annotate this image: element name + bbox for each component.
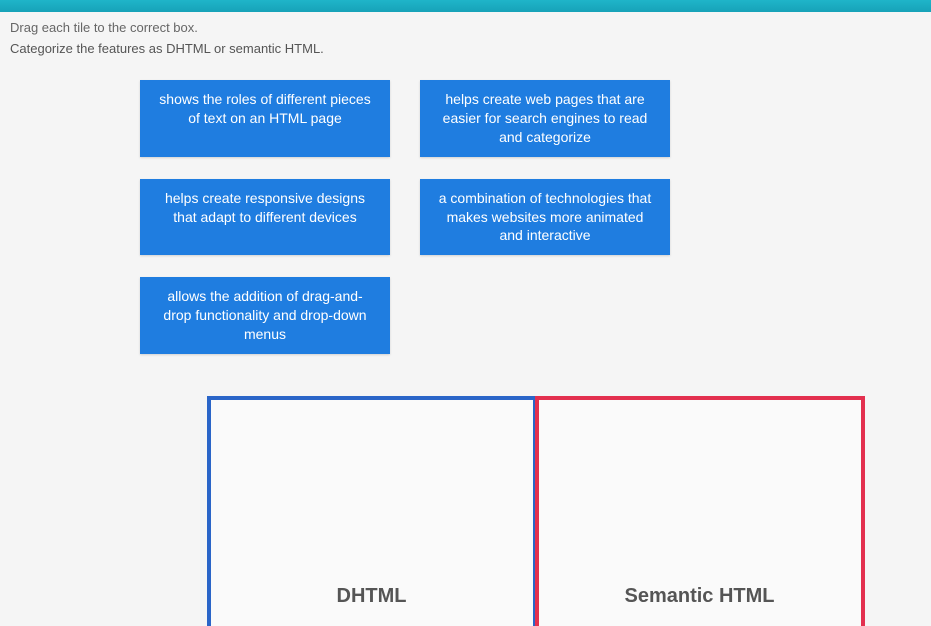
tiles-area: shows the roles of different pieces of t… (0, 60, 931, 386)
tile-row: allows the addition of drag-and-drop fun… (140, 277, 891, 354)
instruction-line-1: Drag each tile to the correct box. (10, 20, 921, 35)
drop-zone-dhtml[interactable]: DHTML (207, 396, 537, 626)
tile-search-engines[interactable]: helps create web pages that are easier f… (420, 80, 670, 157)
tile-row: shows the roles of different pieces of t… (140, 80, 891, 157)
tile-roles-of-text[interactable]: shows the roles of different pieces of t… (140, 80, 390, 157)
instructions: Drag each tile to the correct box. Categ… (0, 12, 931, 60)
tile-row: helps create responsive designs that ada… (140, 179, 891, 256)
drop-zones: DHTML Semantic HTML (0, 396, 931, 626)
tile-responsive-designs[interactable]: helps create responsive designs that ada… (140, 179, 390, 256)
tile-drag-and-drop[interactable]: allows the addition of drag-and-drop fun… (140, 277, 390, 354)
tile-animated-interactive[interactable]: a combination of technologies that makes… (420, 179, 670, 256)
drop-zone-semantic[interactable]: Semantic HTML (535, 396, 865, 626)
instruction-line-2: Categorize the features as DHTML or sema… (10, 41, 921, 56)
header-bar (0, 0, 931, 12)
